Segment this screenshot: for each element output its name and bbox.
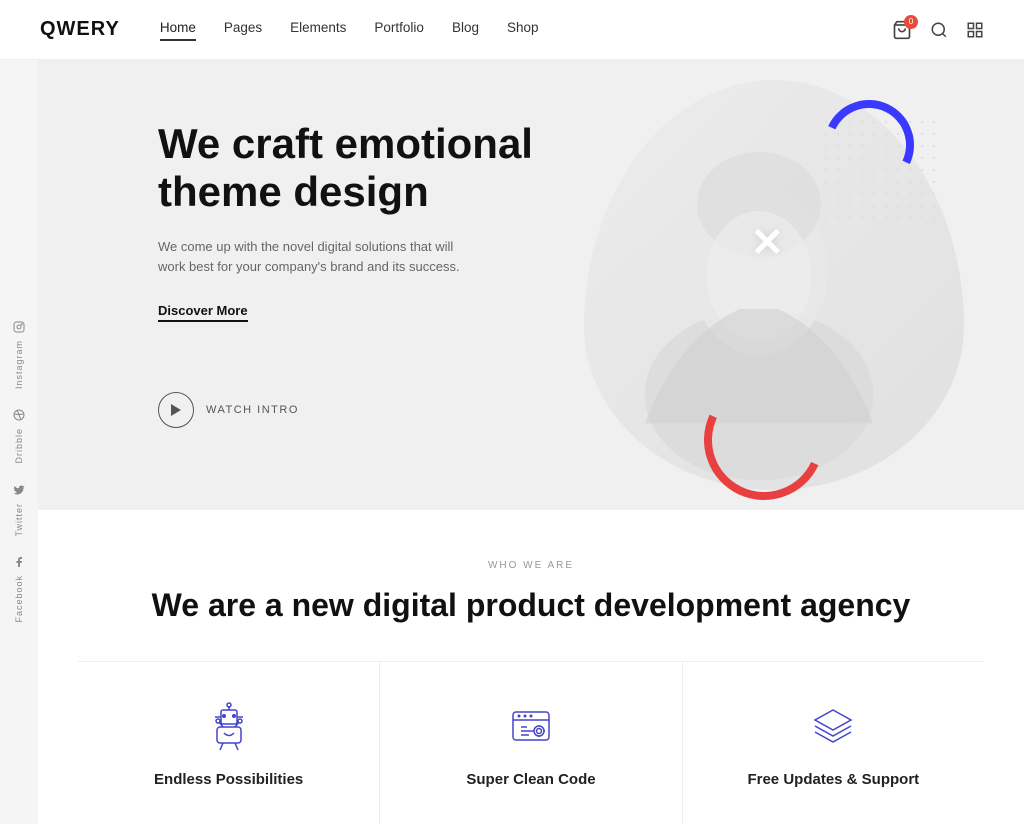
watch-intro-button[interactable]: WATCH INTRO xyxy=(158,392,538,428)
endless-possibilities-label: Endless Possibilities xyxy=(154,771,303,788)
cross-mark: ✕ xyxy=(750,220,784,266)
watch-intro-label: WATCH INTRO xyxy=(206,404,299,416)
free-updates-support-label: Free Updates & Support xyxy=(747,771,919,788)
play-icon xyxy=(158,392,194,428)
header-icons: 0 xyxy=(892,20,984,40)
hero-image-area: ✕ xyxy=(464,60,1024,510)
nav-shop[interactable]: Shop xyxy=(507,20,539,39)
hero-title: We craft emotional theme design xyxy=(158,120,538,217)
nav-elements[interactable]: Elements xyxy=(290,20,346,39)
dribble-label: Dribble xyxy=(14,428,24,464)
feature-card-endless: Endless Possibilities xyxy=(78,662,380,824)
section-title: We are a new digital product development… xyxy=(78,585,984,625)
feature-cards: Endless Possibilities xyxy=(78,661,984,824)
hero-content: We craft emotional theme design We come … xyxy=(158,120,538,428)
logo[interactable]: QWERY xyxy=(40,18,120,41)
grid-menu-button[interactable] xyxy=(966,21,984,39)
main-nav: Home Pages Elements Portfolio Blog Shop xyxy=(160,20,892,39)
nav-home[interactable]: Home xyxy=(160,20,196,39)
facebook-label: Facebook xyxy=(14,575,24,623)
cart-badge: 0 xyxy=(904,15,918,29)
instagram-label: Instagram xyxy=(14,340,24,389)
sidebar-social: Instagram Dribble Twitter xyxy=(0,120,38,824)
nav-blog[interactable]: Blog xyxy=(452,20,479,39)
discover-more-button[interactable]: Discover More xyxy=(158,303,248,322)
nav-pages[interactable]: Pages xyxy=(224,20,262,39)
feature-card-support: Free Updates & Support xyxy=(683,662,984,824)
cart-button[interactable]: 0 xyxy=(892,20,912,40)
who-section: WHO WE ARE We are a new digital product … xyxy=(38,510,1024,824)
hero-description: We come up with the novel digital soluti… xyxy=(158,237,468,279)
search-button[interactable] xyxy=(930,21,948,39)
feature-card-code: Super Clean Code xyxy=(380,662,682,824)
nav-portfolio[interactable]: Portfolio xyxy=(374,20,424,39)
twitter-label: Twitter xyxy=(14,503,24,537)
super-clean-code-label: Super Clean Code xyxy=(466,771,595,788)
hero-section: We craft emotional theme design We come … xyxy=(38,60,1024,510)
social-facebook[interactable]: Facebook xyxy=(13,556,25,623)
section-tag: WHO WE ARE xyxy=(78,560,984,571)
site-header: QWERY Home Pages Elements Portfolio Blog… xyxy=(0,0,1024,60)
social-dribble[interactable]: Dribble xyxy=(13,409,25,464)
social-twitter[interactable]: Twitter xyxy=(13,484,25,537)
social-instagram[interactable]: Instagram xyxy=(13,321,25,389)
